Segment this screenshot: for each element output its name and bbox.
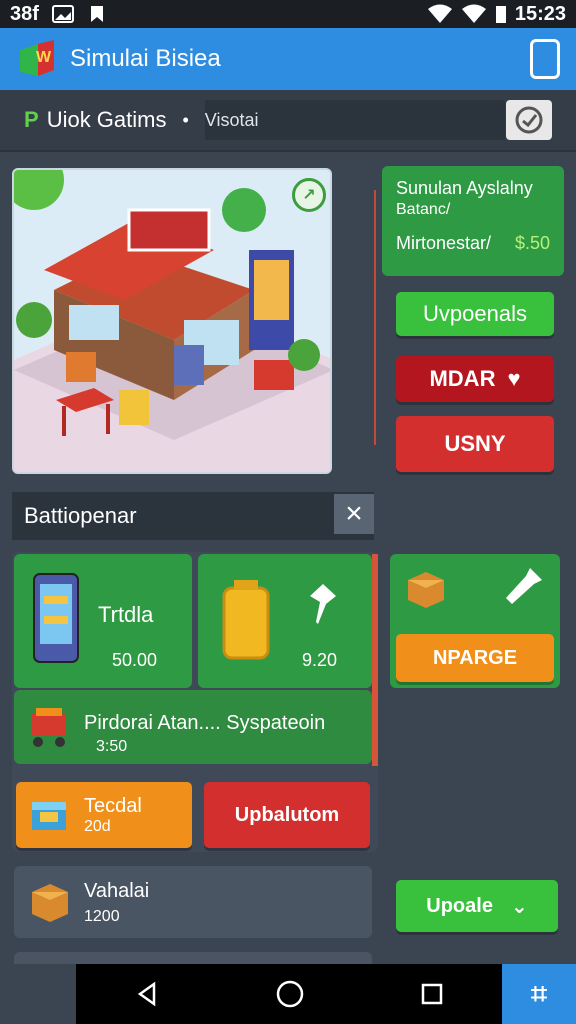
red-action-button[interactable]: USNY [396, 416, 554, 472]
app-title: Simulai Bisiea [70, 45, 221, 72]
red-upgrade-button[interactable]: Upbalutom [204, 782, 370, 848]
price-value: $.50 [514, 233, 550, 253]
upgrade-button[interactable]: NPARGE [396, 634, 554, 682]
close-button[interactable]: × [334, 494, 374, 534]
card-battery[interactable]: 9.20 [198, 554, 372, 688]
orange-card-value: 20d [84, 817, 111, 835]
phone-icon [33, 573, 79, 663]
orange-card[interactable]: Tecdal 20d [16, 782, 192, 848]
tool-icon [506, 568, 542, 604]
sub-bar: P Uiok Gatims • Visotai [0, 90, 576, 152]
check-circle-icon [515, 106, 543, 134]
box-icon [32, 802, 66, 830]
app-shortcut-icon: ⌗ [531, 977, 547, 1009]
status-left-text: 38f [10, 2, 39, 25]
chevron-down-icon: ⌄ [510, 895, 528, 918]
app-logo-icon: W [16, 38, 58, 80]
green-action-button[interactable]: Uvpoenals [396, 292, 554, 336]
price-label: Mirtonestar/ [396, 233, 492, 253]
update-button-label: Upoale [426, 894, 493, 917]
sub-field[interactable]: Visotai [204, 100, 505, 140]
section-bar: Battiopenar [12, 492, 374, 540]
status-bar: 38f 15:23 [0, 0, 576, 28]
red-favorite-label: MDAR [429, 366, 496, 391]
back-icon[interactable] [134, 981, 160, 1007]
price-card-subtitle: Batanc/ [396, 201, 451, 218]
share-icon[interactable]: ↗ [292, 178, 326, 212]
app-bar: W Simulai Bisiea [0, 28, 576, 90]
price-card-title: Sunulan Ayslalny [396, 178, 533, 198]
bottom-card[interactable]: Vahalai 1200 [14, 866, 372, 938]
red-favorite-button[interactable]: MDAR ♥ [396, 356, 554, 402]
card-phone-label: Trtdla [98, 602, 154, 627]
side-divider [374, 190, 376, 445]
flag-icon: P [24, 107, 39, 132]
badge-button[interactable] [506, 100, 552, 140]
heart-icon: ♥ [507, 366, 521, 391]
crate-icon [408, 572, 444, 608]
navigation-bar [76, 964, 502, 1024]
status-time: 15:23 [514, 2, 566, 25]
corner-app-button[interactable]: ⌗ [502, 964, 576, 1024]
cards-divider [372, 554, 378, 766]
update-button[interactable]: Upoale ⌄ [396, 880, 558, 932]
card-battery-value: 9.20 [302, 650, 338, 670]
bookmark-icon [90, 6, 103, 22]
store-illustration: ↗ [12, 168, 332, 474]
sub-title: Uiok Gatims [46, 107, 167, 132]
wifi-icon [427, 4, 452, 23]
pin-icon [310, 584, 336, 624]
svg-text:W: W [36, 49, 52, 66]
bottom-card-title: Vahalai [84, 880, 150, 902]
card-phone-value: 50.00 [112, 650, 158, 670]
card-row-value: 3:50 [96, 738, 128, 755]
bottom-strip [14, 952, 372, 964]
home-icon[interactable] [276, 980, 304, 1008]
orange-card-title: Tecdal [84, 794, 142, 817]
card-phone[interactable]: Trtdla 50.00 [14, 554, 192, 688]
recents-icon[interactable] [420, 982, 444, 1006]
card-row-title: Pirdorai Atan.... Syspateoin [84, 712, 326, 734]
battery-icon [495, 6, 506, 23]
image-icon [51, 5, 74, 23]
signal-icon [461, 4, 486, 23]
battery-item-icon [222, 580, 270, 660]
price-card: Sunulan Ayslalny Batanc/ Mirtonestar/ $.… [382, 166, 564, 276]
cart-icon [32, 708, 66, 747]
package-icon [32, 884, 68, 922]
close-icon: × [345, 497, 363, 530]
section-title: Battiopenar [24, 503, 137, 528]
sub-separator: • [182, 109, 189, 130]
card-row[interactable]: Pirdorai Atan.... Syspateoin 3:50 [14, 690, 372, 764]
window-button[interactable] [530, 39, 560, 79]
orange-card-text: Tecdal 20d [84, 795, 142, 836]
bottom-card-value: 1200 [84, 908, 120, 925]
